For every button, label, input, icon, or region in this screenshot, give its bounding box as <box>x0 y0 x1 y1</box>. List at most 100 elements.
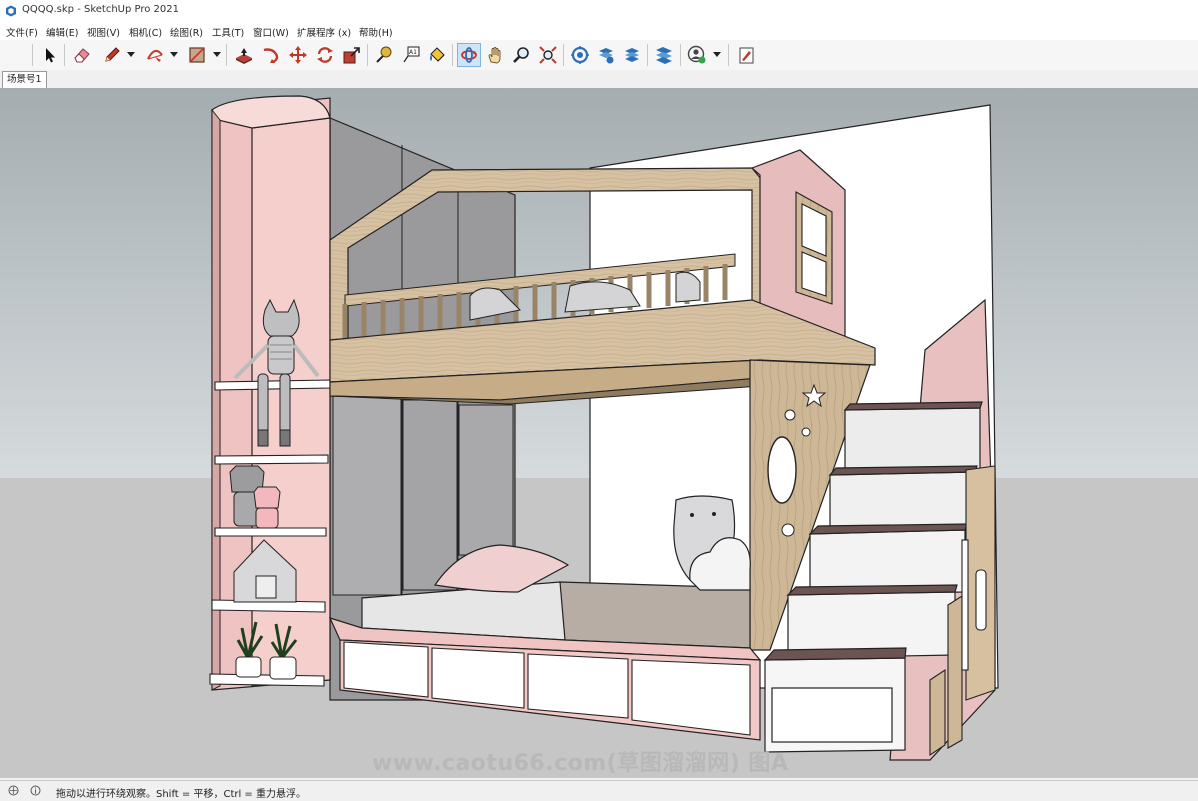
report-button[interactable] <box>735 43 759 67</box>
geolocation-icon[interactable] <box>8 785 19 796</box>
stair-side-handle <box>975 569 987 631</box>
hand-icon <box>488 47 501 64</box>
toolbar-separator <box>680 44 681 66</box>
bear-pillow-eye-right <box>712 512 716 516</box>
profile-dropdown-icon[interactable] <box>713 52 721 58</box>
wardrobe-lower-panel-mid <box>402 399 458 591</box>
sketchup-logo-icon <box>6 5 16 17</box>
stair-bottom-drawer <box>771 687 893 743</box>
toolbar-separator <box>226 44 227 66</box>
rectangle-tool-dropdown-icon[interactable] <box>213 52 221 58</box>
status-bar: 拖动以进行环绕观察。Shift = 平移，Ctrl = 重力悬浮。 <box>0 780 1198 801</box>
main-toolbar: A1 <box>0 40 1198 70</box>
rotate-icon <box>317 47 333 63</box>
menu-window[interactable]: 窗口(W) <box>253 25 289 39</box>
shelf-2 <box>214 454 329 465</box>
menu-edit[interactable]: 编辑(E) <box>46 25 78 39</box>
report-icon <box>739 47 754 64</box>
text-tool-button[interactable]: A1 <box>399 43 423 67</box>
menu-camera[interactable]: 相机(C) <box>129 25 162 39</box>
pencil-icon <box>105 47 120 62</box>
scale-tool-button[interactable] <box>340 43 364 67</box>
title-bar: QQQQ.skp - SketchUp Pro 2021 <box>0 0 1198 22</box>
magnifier-icon <box>513 47 529 63</box>
select-tool-button[interactable] <box>38 43 62 67</box>
wardrobe-lower-panel-right <box>458 404 514 556</box>
warehouse-button[interactable] <box>568 43 592 67</box>
svg-text:A1: A1 <box>409 49 417 56</box>
rectangle-tool-button[interactable] <box>185 43 209 67</box>
tape-measure-tool-button[interactable] <box>372 43 396 67</box>
zoom-tool-button[interactable] <box>509 43 533 67</box>
bed-drawer-3 <box>527 653 629 719</box>
toolbar-separator <box>452 44 453 66</box>
lower-mattress-gray <box>559 581 751 649</box>
status-text: 拖动以进行环绕观察。Shift = 平移，Ctrl = 重力悬浮。 <box>56 789 306 800</box>
bed-drawer-1 <box>343 641 429 698</box>
portal-hole-tiny <box>801 427 811 437</box>
menu-tools[interactable]: 工具(T) <box>212 25 244 39</box>
menu-view[interactable]: 视图(V) <box>87 25 120 39</box>
pan-tool-button[interactable] <box>483 43 507 67</box>
arc-tool-button[interactable] <box>143 43 167 67</box>
follow-me-tool-button[interactable] <box>259 43 283 67</box>
extension-warehouse-icon <box>625 48 639 62</box>
gable-window <box>795 191 833 305</box>
eraser-tool-button[interactable] <box>70 43 94 67</box>
warehouse-icon <box>571 46 589 64</box>
layout-icon <box>656 47 672 64</box>
push-pull-icon <box>236 48 252 64</box>
follow-me-icon <box>263 48 279 64</box>
model-viewport[interactable] <box>0 88 1198 778</box>
orbit-tool-button[interactable] <box>457 43 481 67</box>
portal-hole-bottom <box>781 523 795 537</box>
line-tool-dropdown-icon[interactable] <box>127 52 135 58</box>
arc-tool-dropdown-icon[interactable] <box>170 52 178 58</box>
zoom-extents-tool-button[interactable] <box>536 43 560 67</box>
arrow-cursor-icon <box>46 48 55 63</box>
share-model-icon <box>599 48 614 64</box>
scale-icon <box>343 47 360 64</box>
toolbar-separator <box>647 44 648 66</box>
menu-file[interactable]: 文件(F) <box>6 25 38 39</box>
paint-bucket-tool-button[interactable] <box>425 43 449 67</box>
share-model-button[interactable] <box>594 43 618 67</box>
house-pillow-window <box>255 575 277 599</box>
toolbar-separator <box>728 44 729 66</box>
shelf-3 <box>214 527 327 537</box>
extension-warehouse-button[interactable] <box>620 43 644 67</box>
scene-tab-bar: 场景号1 <box>0 70 1198 89</box>
menu-bar: 文件(F) 编辑(E) 视图(V) 相机(C) 绘图(R) 工具(T) 窗口(W… <box>0 22 1198 40</box>
toolbar-separator <box>367 44 368 66</box>
portal-window <box>767 436 797 504</box>
rectangle-icon <box>189 47 205 63</box>
scene-tab[interactable]: 场景号1 <box>2 71 47 88</box>
line-tool-button[interactable] <box>100 43 124 67</box>
menu-help[interactable]: 帮助(H) <box>359 25 393 39</box>
text-label-icon: A1 <box>403 46 420 63</box>
toolbar-separator <box>563 44 564 66</box>
window-title: QQQQ.skp - SketchUp Pro 2021 <box>22 4 180 15</box>
toolbar-separator <box>32 44 33 66</box>
profile-button[interactable] <box>685 43 709 67</box>
info-icon[interactable] <box>30 785 41 796</box>
bear-pillow-eye-left <box>690 513 694 517</box>
shelf-5 <box>209 673 325 687</box>
menu-draw[interactable]: 绘图(R) <box>170 25 203 39</box>
rotate-tool-button[interactable] <box>313 43 337 67</box>
zoom-extents-icon <box>539 46 557 64</box>
shelf-1 <box>214 379 331 391</box>
push-pull-tool-button[interactable] <box>232 43 256 67</box>
menu-extensions[interactable]: 扩展程序 (x) <box>297 25 351 39</box>
orbit-icon <box>461 47 477 63</box>
wardrobe-lower-panel-light <box>332 394 402 596</box>
move-tool-button[interactable] <box>286 43 310 67</box>
eraser-icon <box>74 48 90 63</box>
portal-hole-small <box>784 409 796 421</box>
viewport-canvas[interactable] <box>0 88 1198 778</box>
user-profile-icon <box>687 45 706 64</box>
watermark: www.caotu66.com(草图溜溜网) 图A <box>372 751 789 776</box>
layout-button[interactable] <box>652 43 676 67</box>
tape-measure-icon <box>376 46 392 63</box>
bed-drawer-2 <box>431 647 525 709</box>
